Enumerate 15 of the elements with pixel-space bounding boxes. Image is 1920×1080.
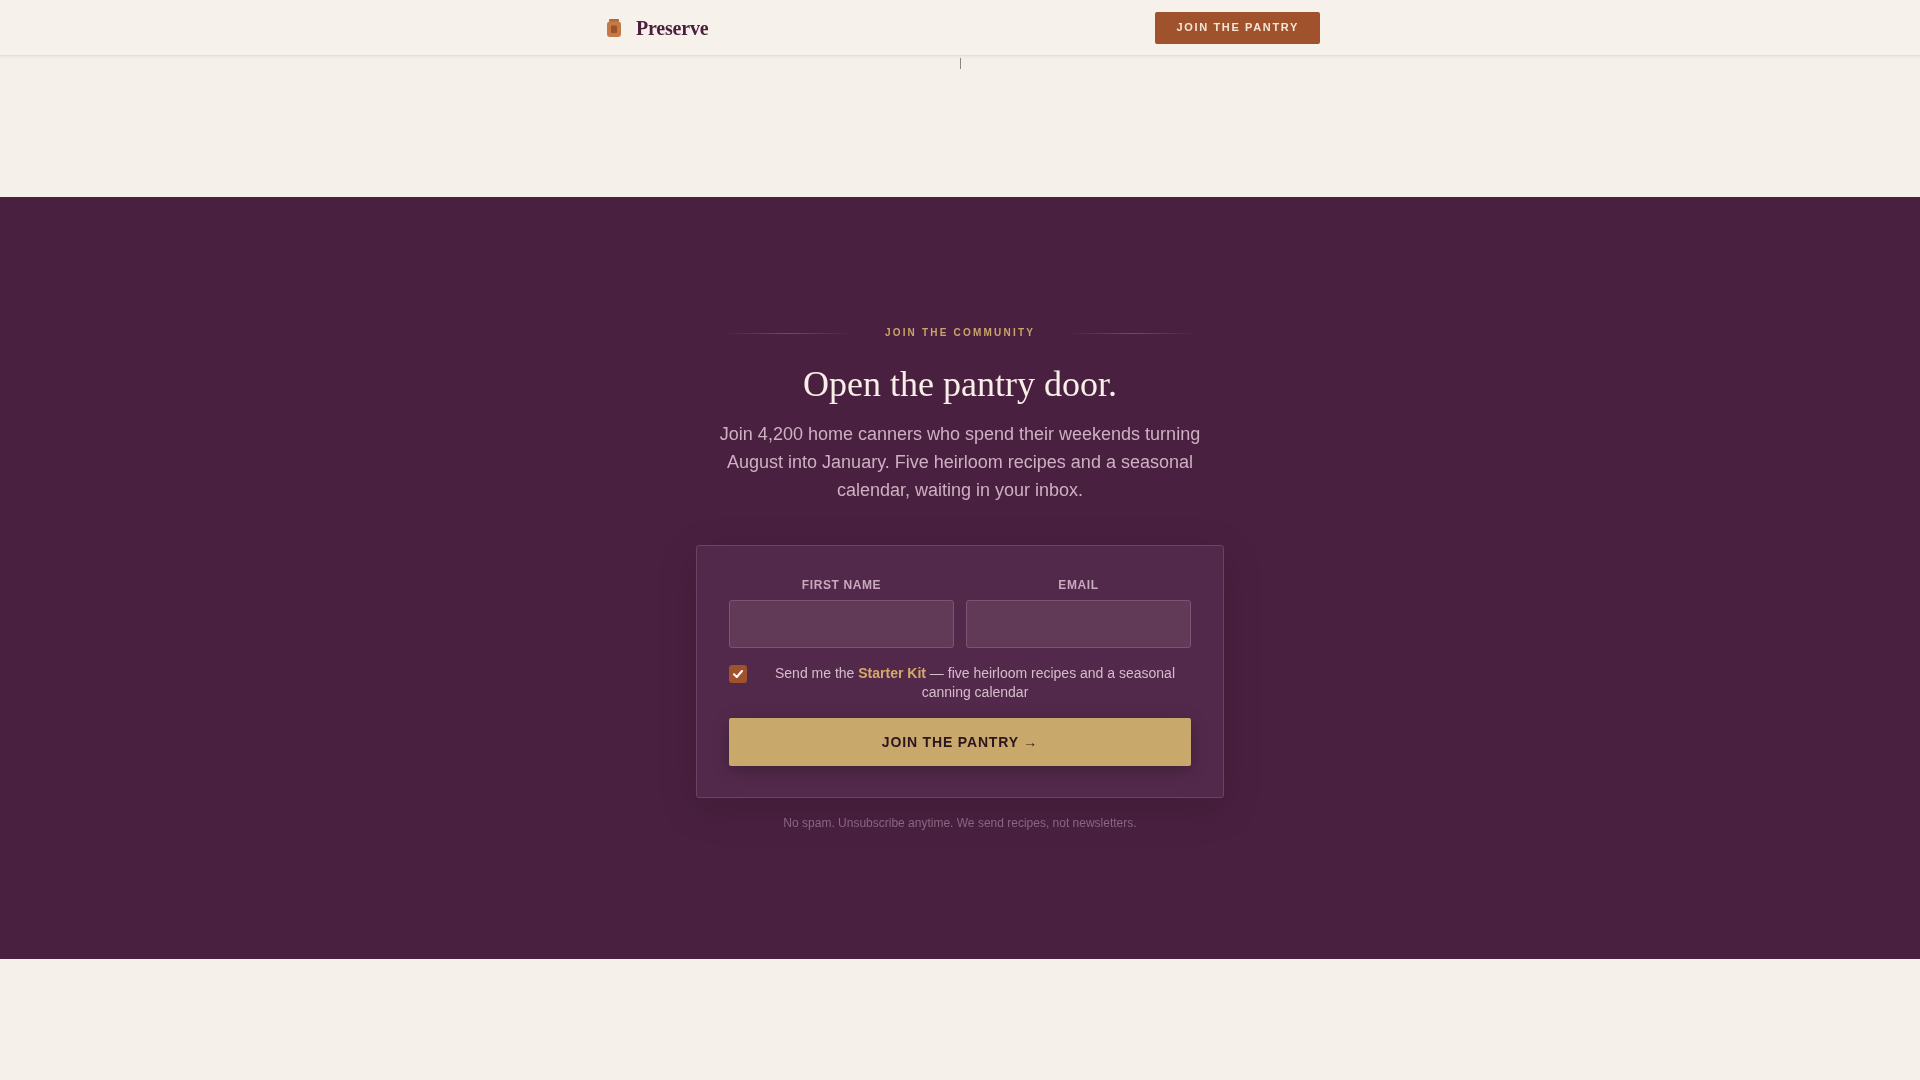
field-label: EMAIL bbox=[1058, 577, 1099, 593]
consent-checkbox[interactable] bbox=[729, 665, 747, 683]
intro-paragraph: Join 4,200 home canners who spend their weekends turning August into January. Five heirloom recipes and a seasonal calendar, waiting in your inbox. bbox=[718, 423, 1202, 502]
input-field[interactable] bbox=[966, 600, 1191, 648]
consent-text: Send me the Starter Kit — five heirloom recipes and a seasonal canning calendar bbox=[774, 664, 1176, 702]
field-label: FIRST NAME bbox=[801, 577, 882, 593]
input-field[interactable] bbox=[729, 600, 954, 648]
check-icon bbox=[733, 670, 743, 678]
brand-name[interactable]: Preserve bbox=[636, 12, 709, 43]
section-heading: Open the pantry door. bbox=[803, 363, 1117, 406]
submit-button[interactable]: JOIN THE PANTRY → bbox=[729, 718, 1191, 766]
jar-icon bbox=[607, 18, 621, 37]
disclaimer-note: No spam. Unsubscribe anytime. We send recipes, not newsletters. bbox=[783, 815, 1137, 831]
join-button[interactable]: JOIN THE PANTRY bbox=[1155, 11, 1320, 44]
section-eyebrow: JOIN THE COMMUNITY bbox=[884, 326, 1036, 340]
